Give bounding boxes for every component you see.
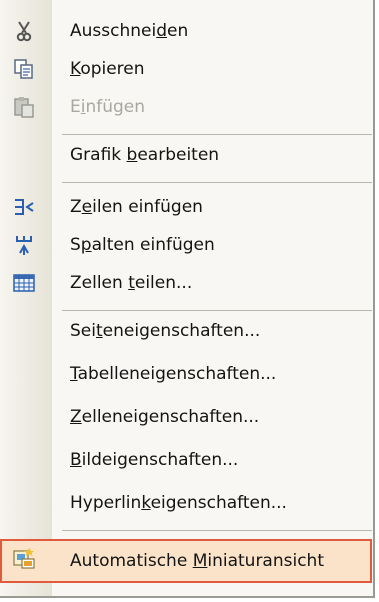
insert-columns-icon xyxy=(16,236,32,255)
split-cells-icon xyxy=(13,274,35,292)
menu-item-label: Einfügen xyxy=(70,97,146,117)
menu-item-edit-graphic[interactable]: Grafik bearbeiten xyxy=(0,136,372,174)
menu-item-label: Zellen teilen... xyxy=(70,273,193,293)
menu-separator xyxy=(62,530,372,531)
thumbnail-icon xyxy=(13,548,35,569)
menu-item-label: Hyperlinkeigenschaften... xyxy=(70,493,287,513)
scissors-icon xyxy=(16,21,32,42)
menu-item-insert-rows[interactable]: Zeilen einfügen xyxy=(0,188,372,226)
context-menu: Ausschneiden Kopieren Einfügen Grafik be… xyxy=(0,0,375,598)
menu-item-label: Zelleneigenschaften... xyxy=(70,407,260,427)
insert-rows-icon xyxy=(15,199,34,215)
menu-separator xyxy=(62,182,372,183)
menu-item-label: Ausschneiden xyxy=(70,21,189,41)
menu-item-table-properties[interactable]: Tabelleneigenschaften... xyxy=(0,355,372,393)
menu-item-label: Spalten einfügen xyxy=(70,235,215,255)
menu-separator xyxy=(62,310,372,311)
menu-separator xyxy=(62,134,372,135)
menu-item-cell-properties[interactable]: Zelleneigenschaften... xyxy=(0,398,372,436)
menu-item-label: Seiteneigenschaften... xyxy=(70,321,261,341)
copy-icon xyxy=(14,59,33,79)
menu-item-label: Tabelleneigenschaften... xyxy=(70,364,277,384)
menu-item-page-properties[interactable]: Seiteneigenschaften... xyxy=(0,312,372,350)
paste-icon xyxy=(14,97,34,118)
menu-item-label: Bildeigenschaften... xyxy=(70,450,239,470)
menu-item-label: Zeilen einfügen xyxy=(70,197,203,217)
menu-item-hyperlink-properties[interactable]: Hyperlinkeigenschaften... xyxy=(0,484,372,522)
menu-item-split-cells[interactable]: Zellen teilen... xyxy=(0,264,372,302)
menu-item-copy[interactable]: Kopieren xyxy=(0,50,372,88)
menu-item-auto-thumbnail[interactable]: Automatische Miniaturansicht xyxy=(0,539,372,583)
menu-item-cut[interactable]: Ausschneiden xyxy=(0,12,372,50)
menu-item-insert-columns[interactable]: Spalten einfügen xyxy=(0,226,372,264)
menu-item-label: Automatische Miniaturansicht xyxy=(70,551,324,571)
menu-item-image-properties[interactable]: Bildeigenschaften... xyxy=(0,441,372,479)
menu-item-label: Kopieren xyxy=(70,59,145,79)
menu-item-label: Grafik bearbeiten xyxy=(70,145,220,165)
menu-item-paste[interactable]: Einfügen xyxy=(0,88,372,126)
